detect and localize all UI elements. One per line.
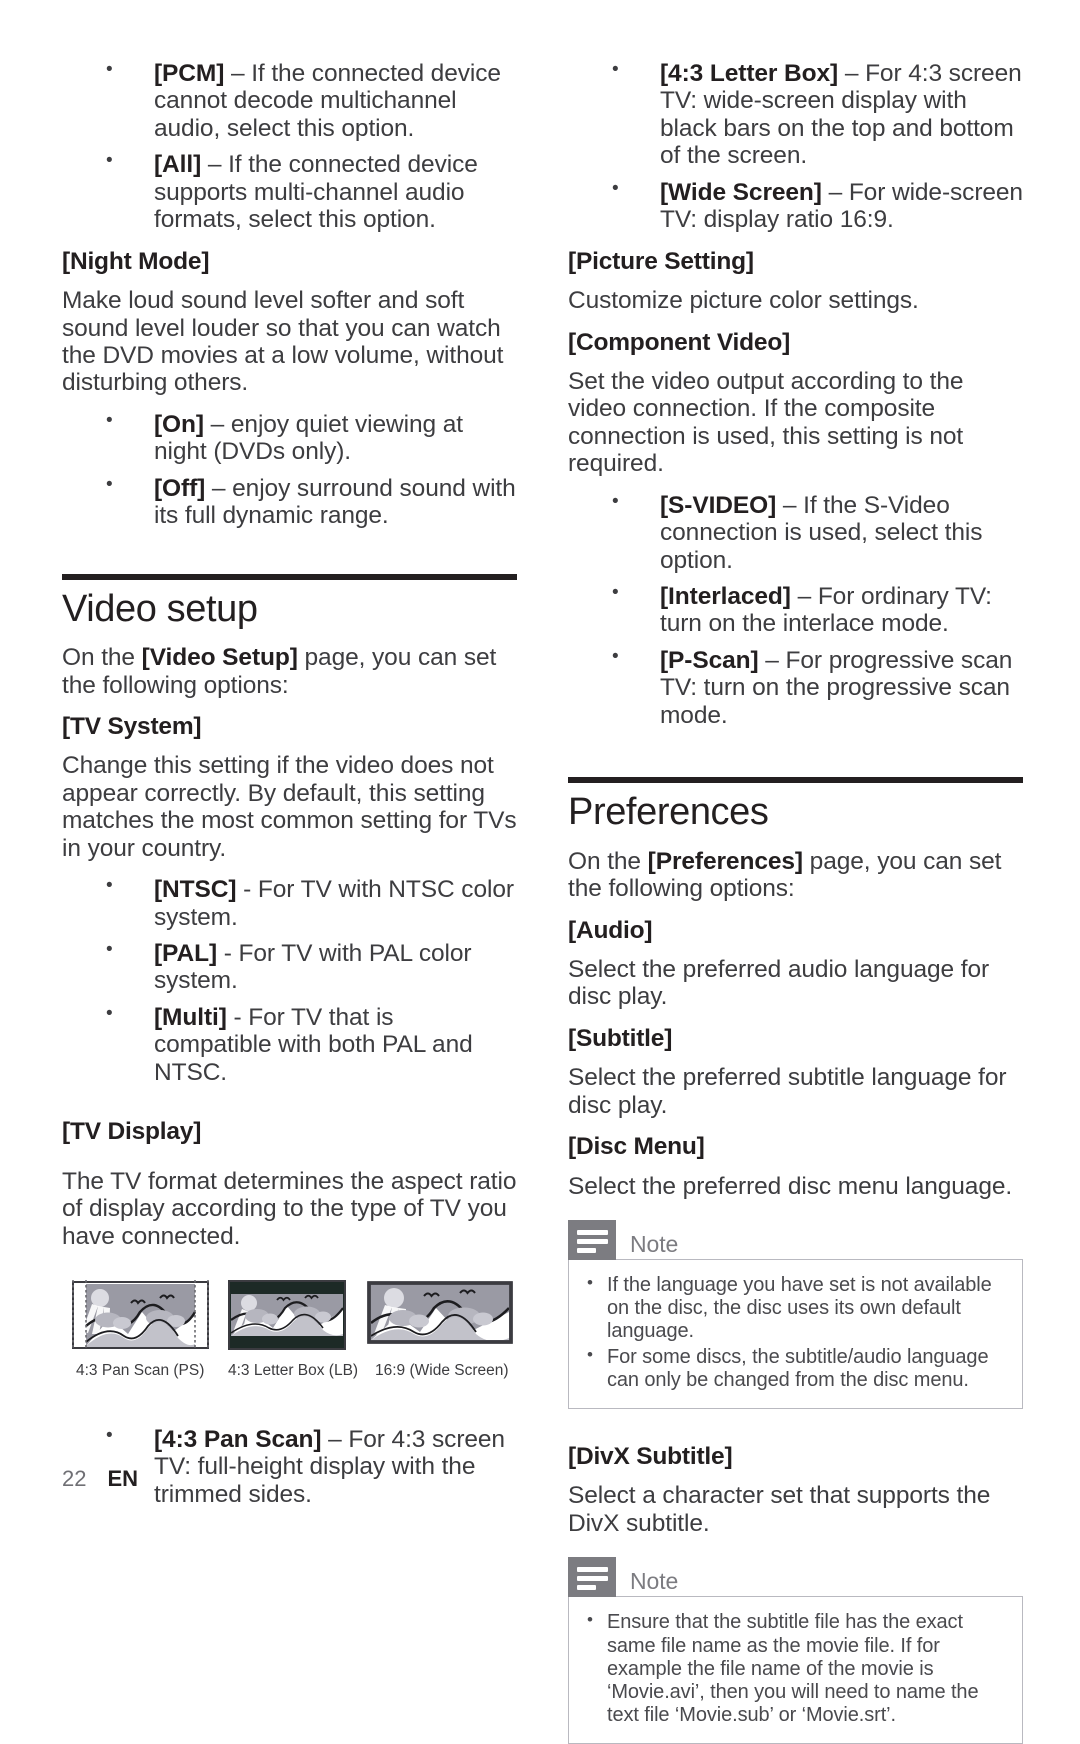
bullet-term: [4:3 Letter Box] [660, 60, 839, 87]
list-item: [PCM] – If the connected device cannot d… [62, 59, 517, 142]
night-mode-bullets: [On] – enjoy quiet viewing at night (DVD… [62, 410, 517, 530]
bullet-dash: – [203, 410, 231, 438]
list-item: For some discs, the subtitle/audio langu… [579, 1345, 1006, 1392]
note-body: Ensure that the subtitle file has the ex… [568, 1596, 1023, 1744]
bullet-term: [On] [154, 410, 204, 438]
paragraph-night-mode: Make loud sound level softer and soft so… [62, 287, 504, 397]
caption-letter-box: 4:3 Letter Box (LB) [228, 1361, 359, 1379]
audio-output-bullets: [PCM] – If the connected device cannot d… [62, 59, 517, 234]
caption-wide-screen: 16:9 (Wide Screen) [375, 1361, 509, 1379]
section-divider-preferences [568, 777, 1023, 784]
heading-tv-display: [TV Display] [62, 1118, 202, 1146]
component-video-bullets: [S-VIDEO] – If the S-Video connection is… [568, 491, 1023, 730]
page-number: 22 [62, 1466, 87, 1491]
paragraph-picture-setting: Customize picture color settings. [568, 287, 919, 315]
note-title: Note [630, 1568, 679, 1595]
intro-bold: [Video Setup] [141, 644, 298, 672]
section-title-preferences: Preferences [568, 791, 769, 834]
note-title: Note [630, 1231, 679, 1258]
tv-display-figure-row [62, 1276, 517, 1354]
list-item: [4:3 Letter Box] – For 4:3 screen TV: wi… [568, 59, 1023, 170]
paragraph-audio: Select the preferred audio language for … [568, 956, 990, 1011]
paragraph-divx-subtitle: Select a character set that supports the… [568, 1482, 991, 1537]
list-item: [Off] – enjoy surround sound with its fu… [62, 474, 517, 530]
intro-pre: On the [62, 644, 142, 672]
heading-night-mode: [Night Mode] [62, 247, 210, 275]
bullet-term: [NTSC] [154, 876, 237, 904]
note-icon [568, 1557, 616, 1598]
list-item: [PAL] - For TV with PAL color system. [62, 939, 517, 995]
paragraph-subtitle: Select the preferred subtitle language f… [568, 1064, 1007, 1119]
bullet-dash: – [758, 646, 786, 674]
list-item: [Interlaced] – For ordinary TV: turn on … [568, 582, 1023, 638]
note-body: If the language you have set is not avai… [568, 1259, 1023, 1410]
bullet-term: [Wide Screen] [660, 178, 822, 206]
paragraph-tv-display: The TV format determines the aspect rati… [62, 1167, 517, 1250]
note-header: Note [568, 1220, 1023, 1261]
figure-4-3-letter-box [227, 1276, 347, 1354]
heading-disc-menu: [Disc Menu] [568, 1133, 705, 1161]
bullet-term: [S-VIDEO] [660, 491, 777, 519]
bullet-term: [Interlaced] [660, 583, 791, 610]
list-item: If the language you have set is not avai… [579, 1273, 1006, 1344]
list-item: Ensure that the subtitle file has the ex… [579, 1610, 1006, 1727]
tv-display-captions: 4:3 Pan Scan (PS) 4:3 Letter Box (LB) 16… [62, 1362, 517, 1388]
bullet-dash: – [321, 1425, 349, 1453]
heading-tv-system: [TV System] [62, 712, 202, 740]
list-item: [All] – If the connected device supports… [62, 150, 517, 233]
note-box-divx: Note Ensure that the subtitle file has t… [568, 1557, 1023, 1744]
right-column: [4:3 Letter Box] – For 4:3 screen TV: wi… [568, 59, 1023, 1744]
note-icon [568, 1220, 616, 1261]
intro-bold: [Preferences] [647, 847, 803, 875]
bullet-dash: – [201, 151, 229, 179]
intro-pre: On the [568, 847, 648, 875]
bullet-term: [PAL] [154, 940, 217, 968]
heading-audio: [Audio] [568, 916, 653, 944]
caption-pan-scan: 4:3 Pan Scan (PS) [76, 1361, 205, 1379]
bullet-dash: – [821, 178, 849, 206]
paragraph-component-video: Set the video output according to the vi… [568, 367, 964, 478]
page-language: EN [107, 1466, 139, 1491]
bullet-dash: - [217, 940, 239, 968]
bullet-dash: – [790, 583, 818, 610]
paragraph-video-setup-intro: On the [Video Setup] page, you can set t… [62, 644, 517, 699]
bullet-term: [P-Scan] [660, 646, 759, 674]
tv-system-bullets: [NTSC] - For TV with NTSC color system. … [62, 875, 517, 1086]
list-item: [Multi] - For TV that is compatible with… [62, 1003, 517, 1086]
bullet-dash: – [838, 60, 866, 87]
manual-page: [PCM] – If the connected device cannot d… [0, 0, 1080, 1744]
section-divider-video-setup [62, 573, 517, 580]
bullet-dash: - [236, 876, 258, 904]
note-box-language: Note If the language you have set is not… [568, 1220, 1023, 1410]
bullet-dash: – [205, 474, 233, 502]
left-column: [PCM] – If the connected device cannot d… [62, 59, 517, 1522]
bullet-term: [Off] [154, 474, 206, 502]
bullet-term: [All] [154, 151, 202, 179]
figure-4-3-pan-scan [68, 1276, 213, 1354]
bullet-term: [PCM] [154, 60, 225, 87]
heading-component-video: [Component Video] [568, 328, 791, 356]
heading-picture-setting: [Picture Setting] [568, 247, 754, 275]
bullet-term: [Multi] [154, 1003, 227, 1031]
list-item: [Wide Screen] – For wide-screen TV: disp… [568, 178, 1023, 234]
note-header: Note [568, 1557, 1023, 1598]
heading-subtitle: [Subtitle] [568, 1024, 673, 1052]
bullet-dash: – [224, 60, 252, 87]
paragraph-preferences-intro: On the [Preferences] page, you can set t… [568, 848, 1023, 903]
heading-divx-subtitle: [DivX Subtitle] [568, 1443, 733, 1471]
list-item: [NTSC] - For TV with NTSC color system. [62, 875, 517, 931]
bullet-term: [4:3 Pan Scan] [154, 1425, 322, 1453]
list-item: [On] – enjoy quiet viewing at night (DVD… [62, 410, 517, 466]
bullet-dash: - [226, 1003, 249, 1031]
list-item: [P-Scan] – For progressive scan TV: turn… [568, 646, 1023, 729]
list-item: [S-VIDEO] – If the S-Video connection is… [568, 491, 1023, 574]
bullet-dash: – [776, 491, 804, 519]
page-footer: 22 EN [62, 1466, 138, 1492]
section-title-video-setup: Video setup [62, 587, 258, 630]
paragraph-tv-system: Change this setting if the video does no… [62, 752, 517, 862]
paragraph-disc-menu: Select the preferred disc menu language. [568, 1172, 1013, 1200]
figure-16-9-wide-screen [366, 1276, 514, 1354]
tv-display-bullets-right: [4:3 Letter Box] – For 4:3 screen TV: wi… [568, 59, 1023, 234]
